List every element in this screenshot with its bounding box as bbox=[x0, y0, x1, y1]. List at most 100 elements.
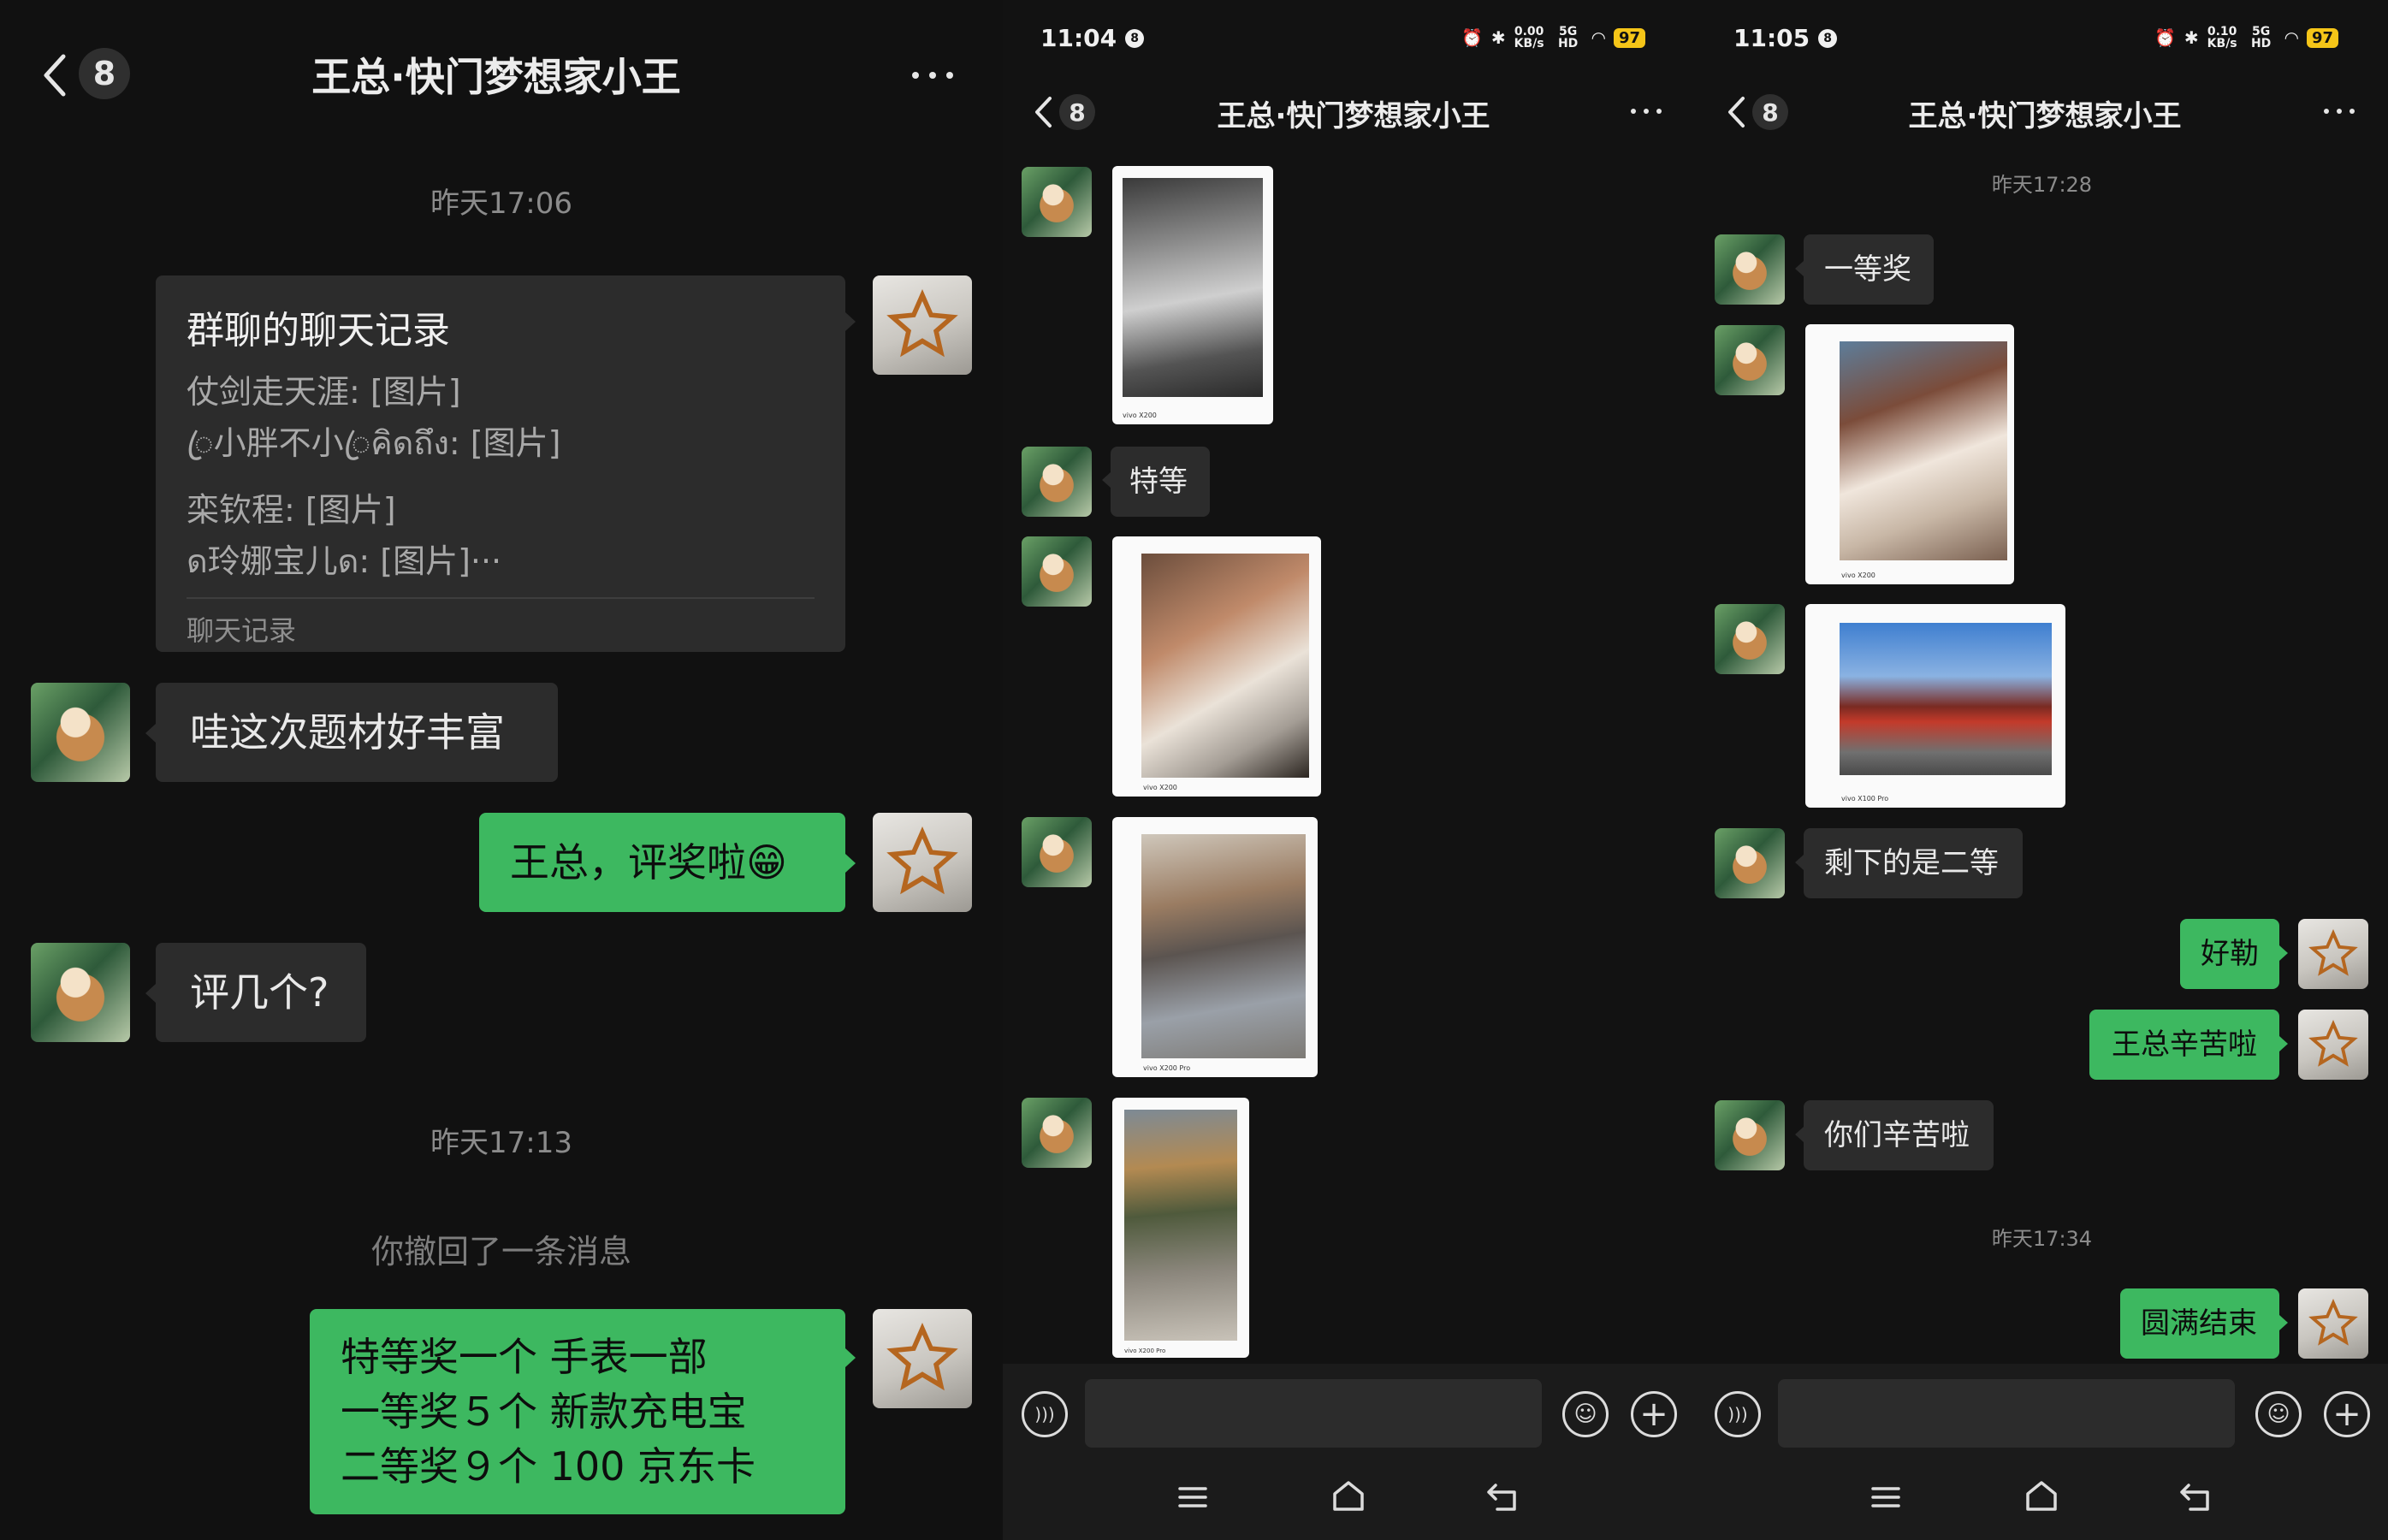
photo-image bbox=[1141, 834, 1306, 1058]
avatar-self[interactable] bbox=[2298, 1288, 2368, 1359]
avatar-contact[interactable] bbox=[1715, 1100, 1785, 1170]
star-ornament-icon bbox=[886, 289, 958, 358]
message-bubble[interactable]: 好勒 bbox=[2180, 919, 2279, 989]
avatar-contact[interactable] bbox=[1715, 234, 1785, 305]
avatar-contact[interactable] bbox=[31, 683, 130, 782]
photo-message[interactable]: vivo X200 bbox=[1112, 166, 1273, 424]
notification-icon: 8 bbox=[1818, 28, 1838, 48]
clock-text: 11:04 bbox=[1040, 24, 1117, 52]
unread-count-badge[interactable]: 8 bbox=[79, 48, 130, 99]
system-nav-bar bbox=[1003, 1475, 1696, 1540]
message-bubble[interactable]: 你们辛苦啦 bbox=[1804, 1100, 1994, 1170]
timestamp: 昨天17:06 bbox=[430, 187, 572, 221]
message-input[interactable] bbox=[1778, 1379, 2235, 1448]
home-icon[interactable] bbox=[2023, 1480, 2060, 1513]
home-icon[interactable] bbox=[1330, 1480, 1367, 1513]
avatar-contact[interactable] bbox=[1715, 828, 1785, 898]
photo-watermark: vivo X200 Pro bbox=[1124, 1348, 1166, 1354]
avatar-contact[interactable] bbox=[1022, 817, 1092, 887]
voice-input-icon[interactable]: ))) bbox=[1715, 1391, 1761, 1437]
message-bubble[interactable]: 一等奖 bbox=[1804, 234, 1934, 305]
message-bubble[interactable]: 特等 bbox=[1111, 447, 1210, 517]
bubble-tail bbox=[145, 984, 156, 1003]
more-options-icon[interactable] bbox=[2324, 109, 2355, 114]
star-ornament-icon bbox=[2308, 1020, 2358, 1067]
wifi-icon: ◠ bbox=[2284, 27, 2299, 48]
chat-record-line: 栾钦程: [图片] bbox=[187, 491, 396, 529]
avatar-contact[interactable] bbox=[1022, 447, 1092, 517]
avatar-self[interactable] bbox=[873, 275, 972, 375]
menu-icon[interactable] bbox=[1177, 1485, 1208, 1509]
avatar-contact[interactable] bbox=[1022, 1098, 1092, 1168]
avatar-self[interactable] bbox=[873, 1309, 972, 1408]
bluetooth-icon: ✱ bbox=[2184, 27, 2199, 48]
system-nav-bar bbox=[1696, 1475, 2388, 1540]
photo-message[interactable]: vivo X200 bbox=[1805, 324, 2014, 584]
more-options-icon[interactable] bbox=[912, 72, 953, 79]
avatar-contact[interactable] bbox=[31, 943, 130, 1042]
add-icon[interactable]: + bbox=[2324, 1391, 2370, 1437]
clock-text: 11:05 bbox=[1733, 24, 1810, 52]
status-time: 11:05 8 bbox=[1733, 24, 1838, 52]
timestamp: 昨天17:28 bbox=[1991, 173, 2093, 197]
photo-watermark: vivo X100 Pro bbox=[1841, 795, 1889, 803]
chat-record-card[interactable]: 群聊的聊天记录 仗剑走天涯: [图片] ꦿ小胖不小ꦿคิดถึง: [图片] 栾… bbox=[156, 275, 845, 652]
message-bubble[interactable]: 王总辛苦啦 bbox=[2089, 1010, 2279, 1080]
chat-panel-3: 11:05 8 ⏰ ✱ 0.10 KB/s 5G HD ◠ 97 8 王总·快门梦… bbox=[1696, 0, 2388, 1540]
photo-message[interactable]: vivo X200 bbox=[1112, 536, 1321, 797]
prize-line: 一等奖５个 新款充电宝 bbox=[341, 1389, 747, 1435]
avatar-contact[interactable] bbox=[1715, 325, 1785, 395]
message-bubble[interactable]: 王总，评奖啦😁 bbox=[479, 813, 845, 912]
message-bubble[interactable]: 哇这次题材好丰富 bbox=[156, 683, 558, 782]
photo-message[interactable]: vivo X200 Pro bbox=[1112, 817, 1318, 1077]
bubble-tail bbox=[1795, 261, 1804, 276]
prize-list-bubble[interactable]: 特等奖一个 手表一部 一等奖５个 新款充电宝 二等奖９个 100 京东卡 bbox=[310, 1309, 845, 1514]
avatar-contact[interactable] bbox=[1715, 604, 1785, 674]
avatar-self[interactable] bbox=[2298, 919, 2368, 989]
chat-record-line: 仗剑走天涯: [图片] bbox=[187, 373, 461, 411]
star-ornament-icon bbox=[886, 826, 958, 895]
photo-message[interactable]: vivo X100 Pro bbox=[1805, 604, 2065, 808]
star-ornament-icon bbox=[2308, 1299, 2358, 1346]
back-chevron-icon[interactable] bbox=[1034, 96, 1052, 128]
chat-panel-1: 8 王总·快门梦想家小王 昨天17:06 群聊的聊天记录 仗剑走天涯: [图片]… bbox=[0, 0, 1003, 1540]
emoji-icon[interactable]: ☺ bbox=[1562, 1391, 1609, 1437]
avatar-self[interactable] bbox=[873, 813, 972, 912]
unread-count-badge[interactable]: 8 bbox=[1059, 94, 1095, 130]
bubble-tail bbox=[2279, 1315, 2288, 1330]
nav-back-icon[interactable] bbox=[1485, 1482, 1520, 1513]
menu-icon[interactable] bbox=[1870, 1485, 1901, 1509]
unread-count-badge[interactable]: 8 bbox=[1752, 94, 1788, 130]
chat-title: 王总·快门梦想家小王 bbox=[1217, 99, 1490, 133]
bubble-tail bbox=[845, 1348, 856, 1367]
recall-notice: 你撤回了一条消息 bbox=[370, 1233, 631, 1270]
status-icons: ⏰ ✱ 0.10 KB/s 5G HD ◠ 97 bbox=[2154, 25, 2339, 50]
voice-input-icon[interactable]: ))) bbox=[1022, 1391, 1068, 1437]
bluetooth-icon: ✱ bbox=[1490, 27, 1506, 48]
avatar-contact[interactable] bbox=[1022, 536, 1092, 607]
message-bubble[interactable]: 剩下的是二等 bbox=[1804, 828, 2023, 898]
back-chevron-icon[interactable] bbox=[41, 53, 67, 98]
chat-record-footer: 聊天记录 bbox=[187, 614, 297, 647]
message-bubble[interactable]: 评几个? bbox=[156, 943, 366, 1042]
chat-record-title: 群聊的聊天记录 bbox=[187, 309, 450, 352]
message-input[interactable] bbox=[1085, 1379, 1542, 1448]
network-type: 5G HD bbox=[2250, 25, 2272, 50]
alarm-icon: ⏰ bbox=[2154, 27, 2176, 48]
nav-back-icon[interactable] bbox=[2178, 1482, 2213, 1513]
photo-message[interactable]: vivo X200 Pro bbox=[1112, 1098, 1249, 1358]
bubble-tail bbox=[1795, 1127, 1804, 1142]
message-bubble[interactable]: 圆满结束 bbox=[2120, 1288, 2279, 1359]
network-speed: 0.10 KB/s bbox=[2207, 25, 2237, 50]
avatar-contact[interactable] bbox=[1022, 167, 1092, 237]
add-icon[interactable]: + bbox=[1631, 1391, 1677, 1437]
star-ornament-icon bbox=[2308, 929, 2358, 976]
back-chevron-icon[interactable] bbox=[1727, 96, 1745, 128]
chat-record-line: ꦿ小胖不小ꦿคิดถึง: [图片] bbox=[187, 424, 561, 462]
bubble-tail bbox=[145, 724, 156, 743]
status-icons: ⏰ ✱ 0.00 KB/s 5G HD ◠ 97 bbox=[1461, 26, 1646, 50]
bubble-tail bbox=[2279, 1036, 2288, 1051]
more-options-icon[interactable] bbox=[1631, 109, 1662, 114]
avatar-self[interactable] bbox=[2298, 1010, 2368, 1080]
emoji-icon[interactable]: ☺ bbox=[2255, 1391, 2302, 1437]
